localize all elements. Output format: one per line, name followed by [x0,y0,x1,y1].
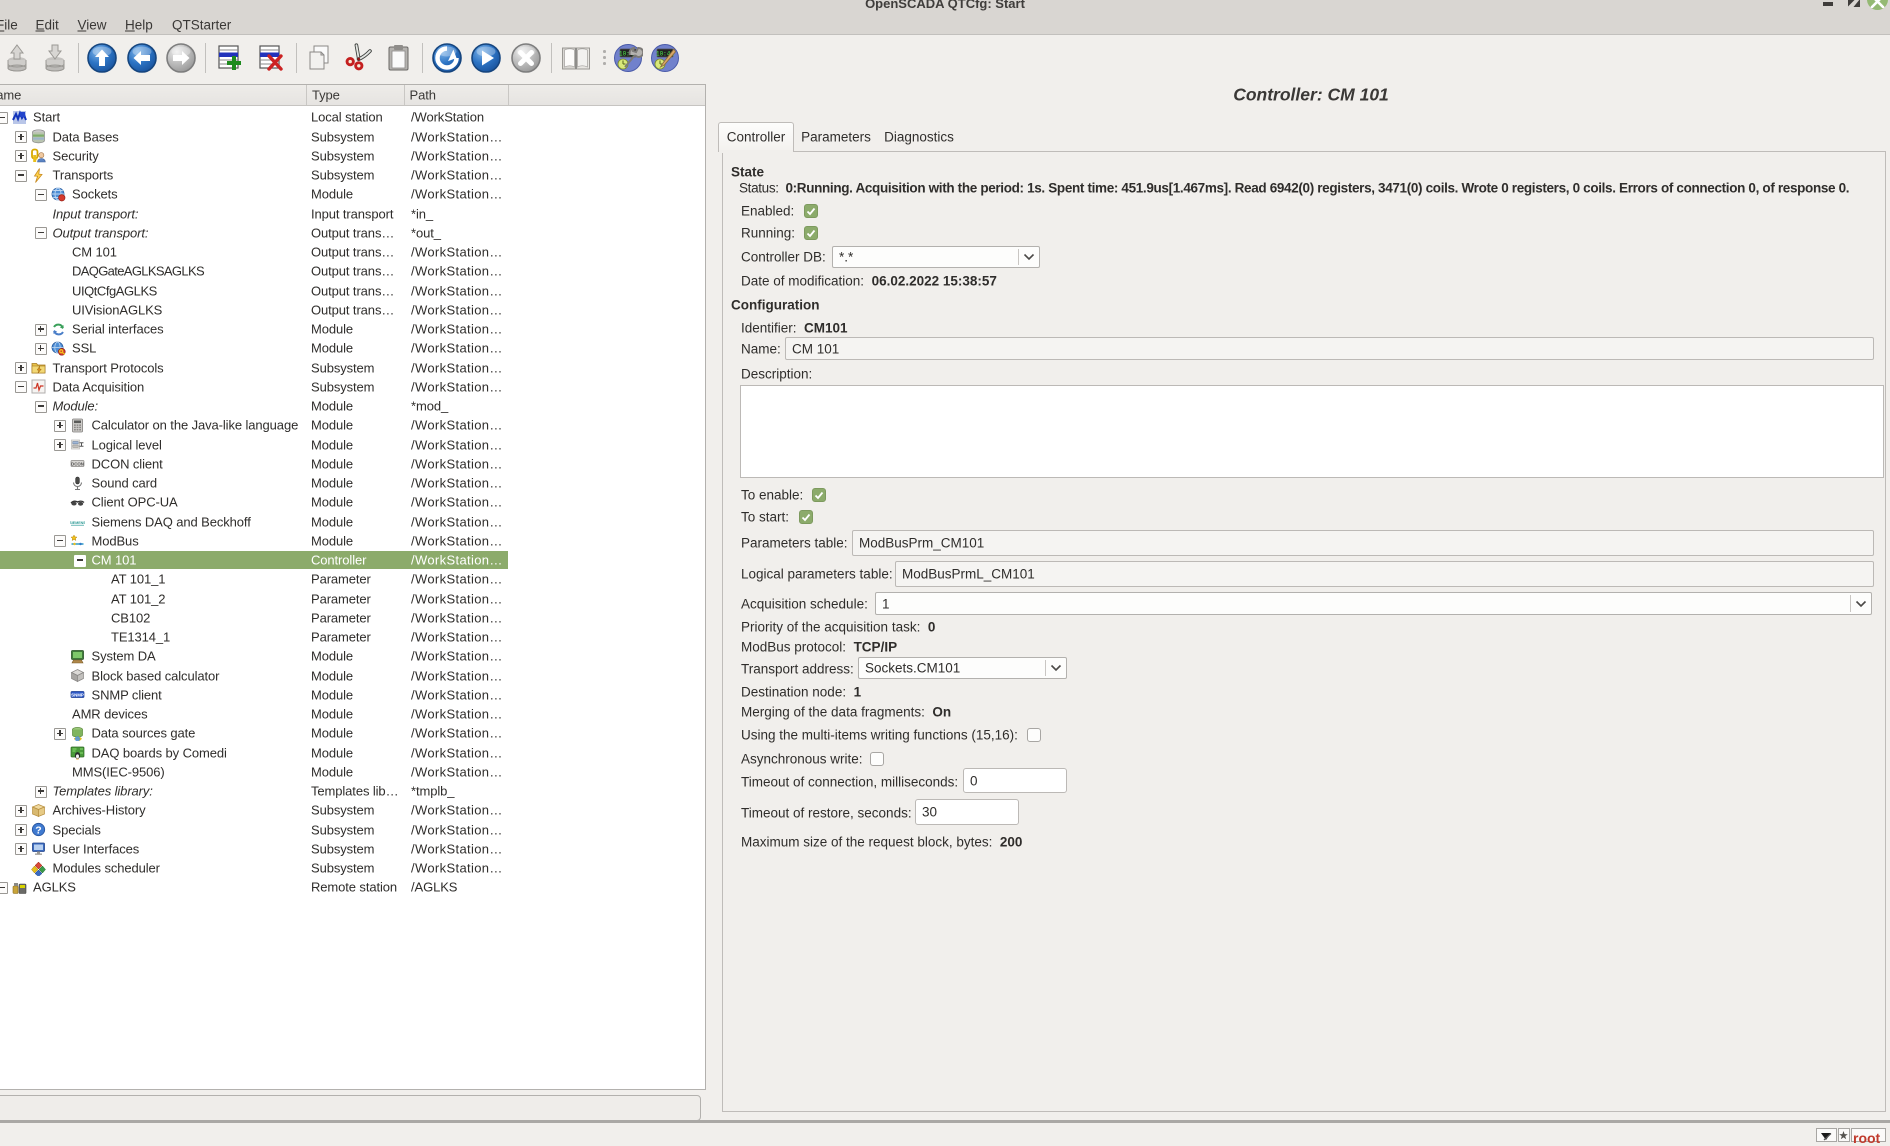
svg-text:?: ? [35,824,41,836]
svg-text:DCON: DCON [71,462,84,467]
svg-text:SNMP: SNMP [71,693,84,698]
svg-text:SIEMENS: SIEMENS [70,521,85,525]
